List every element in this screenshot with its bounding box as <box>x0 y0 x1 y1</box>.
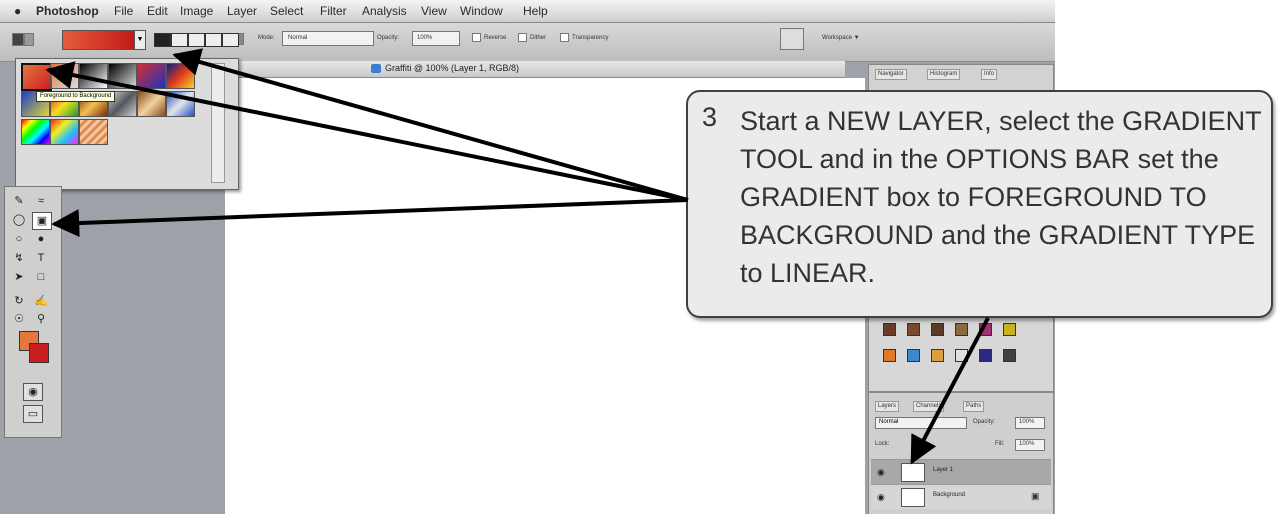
arrow-to-gradient-type <box>172 48 689 202</box>
annotation-arrows <box>45 48 990 465</box>
arrow-to-new-layer <box>910 317 990 465</box>
arrow-to-gradient-swatch <box>45 61 689 202</box>
arrow-to-gradient-tool <box>51 198 689 238</box>
